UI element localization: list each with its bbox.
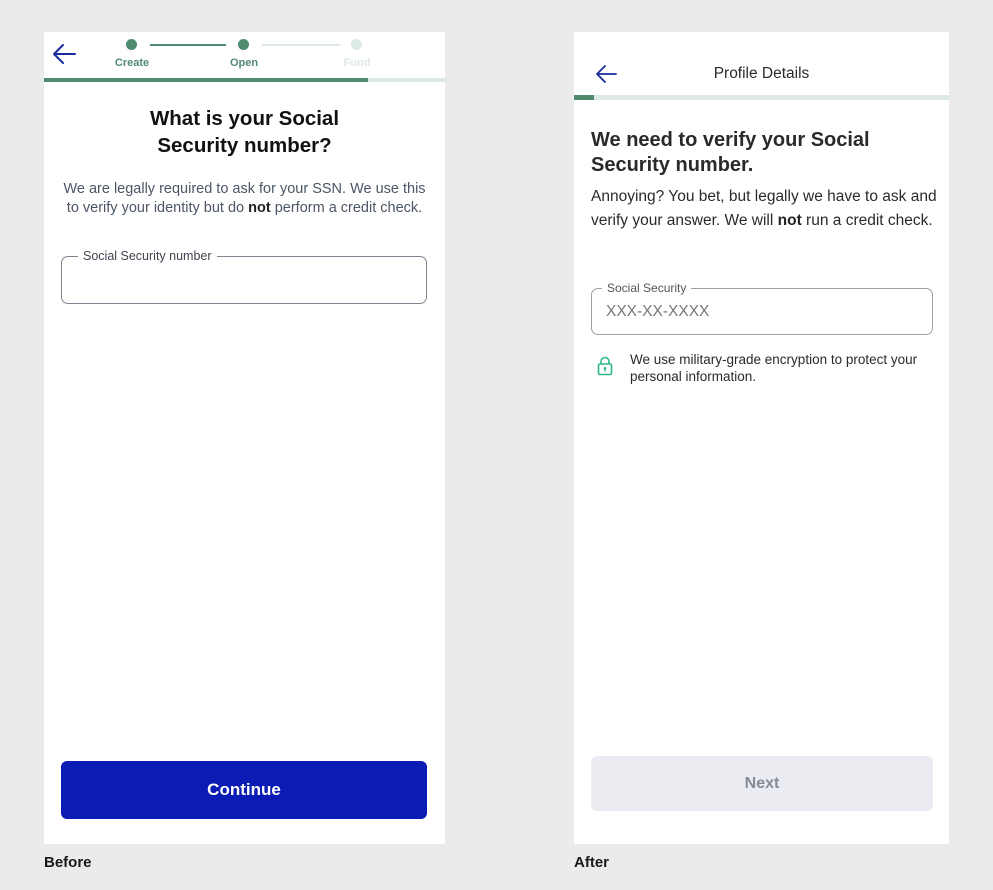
description: We are legally required to ask for your … xyxy=(58,180,431,217)
progress-fill xyxy=(574,95,594,100)
page-title: We need to verify your Social Security n… xyxy=(591,129,870,176)
ssn-input[interactable] xyxy=(606,303,906,321)
description-bold: not xyxy=(777,212,802,229)
step-dot-open xyxy=(238,39,249,50)
description: Annoying? You bet, but legally we have t… xyxy=(591,185,941,233)
before-screen: Create Open Fund What is your Social Sec… xyxy=(44,32,445,844)
title-line-1: What is your Social xyxy=(149,107,340,130)
description-text-2: perform a credit check. xyxy=(270,199,423,216)
ssn-field-label: Social Security number xyxy=(78,249,217,263)
continue-button[interactable]: Continue xyxy=(61,761,427,819)
step-label-create: Create xyxy=(114,57,150,69)
after-screen: Profile Details We need to verify your S… xyxy=(574,32,949,844)
title-line-2: Security number? xyxy=(157,134,332,157)
stepper-line-upcoming xyxy=(262,44,340,46)
security-note: We use military-grade encryption to prot… xyxy=(630,352,918,384)
ssn-field[interactable]: Social Security number xyxy=(61,249,427,304)
next-button[interactable]: Next xyxy=(591,756,933,811)
ssn-field[interactable]: Social Security xyxy=(591,281,933,335)
ssn-input[interactable] xyxy=(76,271,376,289)
step-dot-create xyxy=(126,39,137,50)
progress-bar xyxy=(574,95,949,100)
stepper-line-complete xyxy=(150,44,226,46)
step-dot-fund xyxy=(351,39,362,50)
ssn-field-label: Social Security xyxy=(602,281,692,295)
step-label-open: Open xyxy=(229,57,259,69)
description-bold: not xyxy=(248,199,271,216)
progress-bar xyxy=(44,78,445,82)
caption-after: After xyxy=(574,854,610,871)
description-text-2: run a credit check. xyxy=(801,212,933,229)
lock-icon xyxy=(597,356,613,376)
progress-fill xyxy=(44,78,368,82)
back-arrow-icon[interactable] xyxy=(51,42,77,66)
step-label-fund: Fund xyxy=(343,57,371,69)
caption-before: Before xyxy=(44,854,92,871)
page-title: What is your Social Security number? xyxy=(44,105,445,159)
header-title: Profile Details xyxy=(713,65,810,82)
